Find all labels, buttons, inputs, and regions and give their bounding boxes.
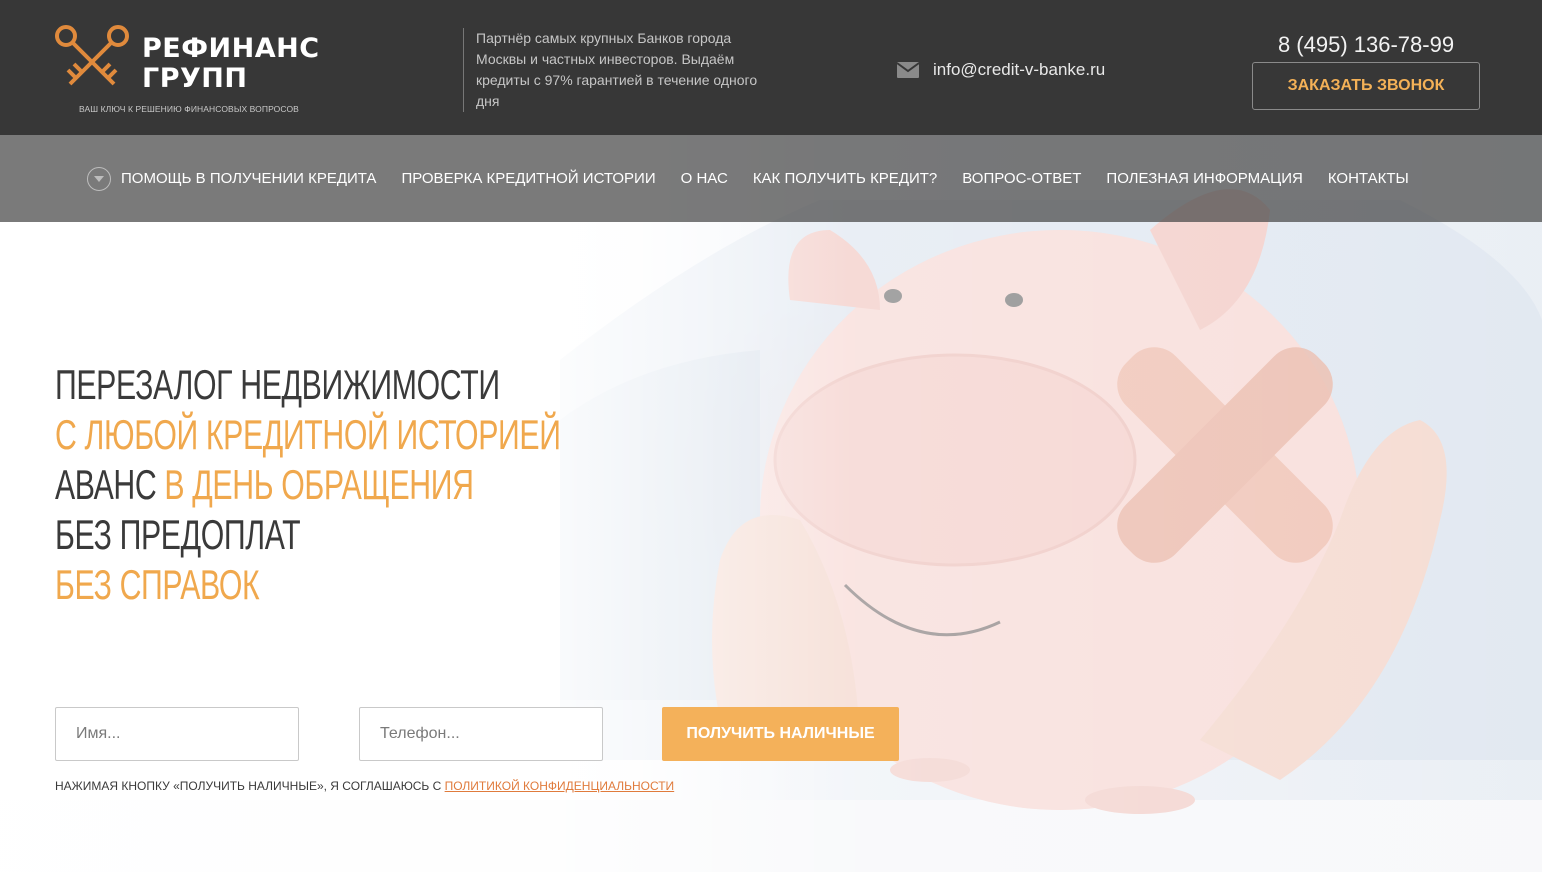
email-block[interactable]: info@credit-v-banke.ru [896,60,1105,80]
hero-headline: ПЕРЕЗАЛОГ НЕДВИЖИМОСТИ С ЛЮБОЙ КРЕДИТНОЙ… [55,360,757,610]
brand-tagline: ВАШ КЛЮЧ К РЕШЕНИЮ ФИНАНСОВЫХ ВОПРОСОВ [79,104,299,114]
headline-line-1: ПЕРЕЗАЛОГ НЕДВИЖИМОСТИ [55,361,500,408]
nav-item-contacts[interactable]: КОНТАКТЫ [1328,170,1409,187]
consent-text: НАЖИМАЯ КНОПКУ «ПОЛУЧИТЬ НАЛИЧНЫЕ», Я СО… [55,779,674,793]
headline-line-5: БЕЗ СПРАВОК [55,561,260,608]
consent-label: НАЖИМАЯ КНОПКУ «ПОЛУЧИТЬ НАЛИЧНЫЕ», Я СО… [55,779,445,793]
privacy-policy-link[interactable]: ПОЛИТИКОЙ КОНФИДЕНЦИАЛЬНОСТИ [445,779,675,793]
logo[interactable]: РЕФИНАНС ГРУПП ВАШ КЛЮЧ К РЕШЕНИЮ ФИНАНС… [52,22,332,118]
nav-item-label: ПОМОЩЬ В ПОЛУЧЕНИИ КРЕДИТА [121,170,377,187]
chevron-down-icon[interactable] [87,166,111,191]
headline-line-2: С ЛЮБОЙ КРЕДИТНОЙ ИСТОРИЕЙ [55,411,561,458]
headline-line-3-orange: В ДЕНЬ ОБРАЩЕНИЯ [164,461,474,508]
nav-item-faq[interactable]: ВОПРОС-ОТВЕТ [962,170,1081,187]
email-link[interactable]: info@credit-v-banke.ru [933,60,1105,80]
nav-item-credit-history[interactable]: ПРОВЕРКА КРЕДИТНОЙ ИСТОРИИ [401,170,655,187]
header-divider [463,28,464,112]
mail-icon [896,62,920,78]
nav-item-how-to-get-credit[interactable]: КАК ПОЛУЧИТЬ КРЕДИТ? [753,170,937,187]
headline-line-4: БЕЗ ПРЕДОПЛАТ [55,511,301,558]
order-call-button[interactable]: ЗАКАЗАТЬ ЗВОНОК [1252,62,1480,110]
phone-number[interactable]: 8 (495) 136-78-99 [1252,32,1480,58]
nav-item-credit-help[interactable]: ПОМОЩЬ В ПОЛУЧЕНИИ КРЕДИТА [87,166,377,191]
nav-item-about[interactable]: О НАС [681,170,728,187]
site-header: РЕФИНАНС ГРУПП ВАШ КЛЮЧ К РЕШЕНИЮ ФИНАНС… [0,0,1542,135]
headline-line-3: АВАНС В ДЕНЬ ОБРАЩЕНИЯ [55,460,561,510]
name-input[interactable] [55,707,299,761]
nav-item-useful-info[interactable]: ПОЛЕЗНАЯ ИНФОРМАЦИЯ [1106,170,1302,187]
phone-input[interactable] [359,707,603,761]
headline-line-3-dark: АВАНС [55,461,165,508]
main-navigation: ПОМОЩЬ В ПОЛУЧЕНИИ КРЕДИТА ПРОВЕРКА КРЕД… [0,135,1542,222]
crossed-keys-icon [55,25,129,86]
partner-description: Партнёр самых крупных Банков города Моск… [476,30,758,109]
get-cash-button[interactable]: ПОЛУЧИТЬ НАЛИЧНЫЕ [662,707,899,761]
brand-name: РЕФИНАНС ГРУПП [142,33,320,94]
